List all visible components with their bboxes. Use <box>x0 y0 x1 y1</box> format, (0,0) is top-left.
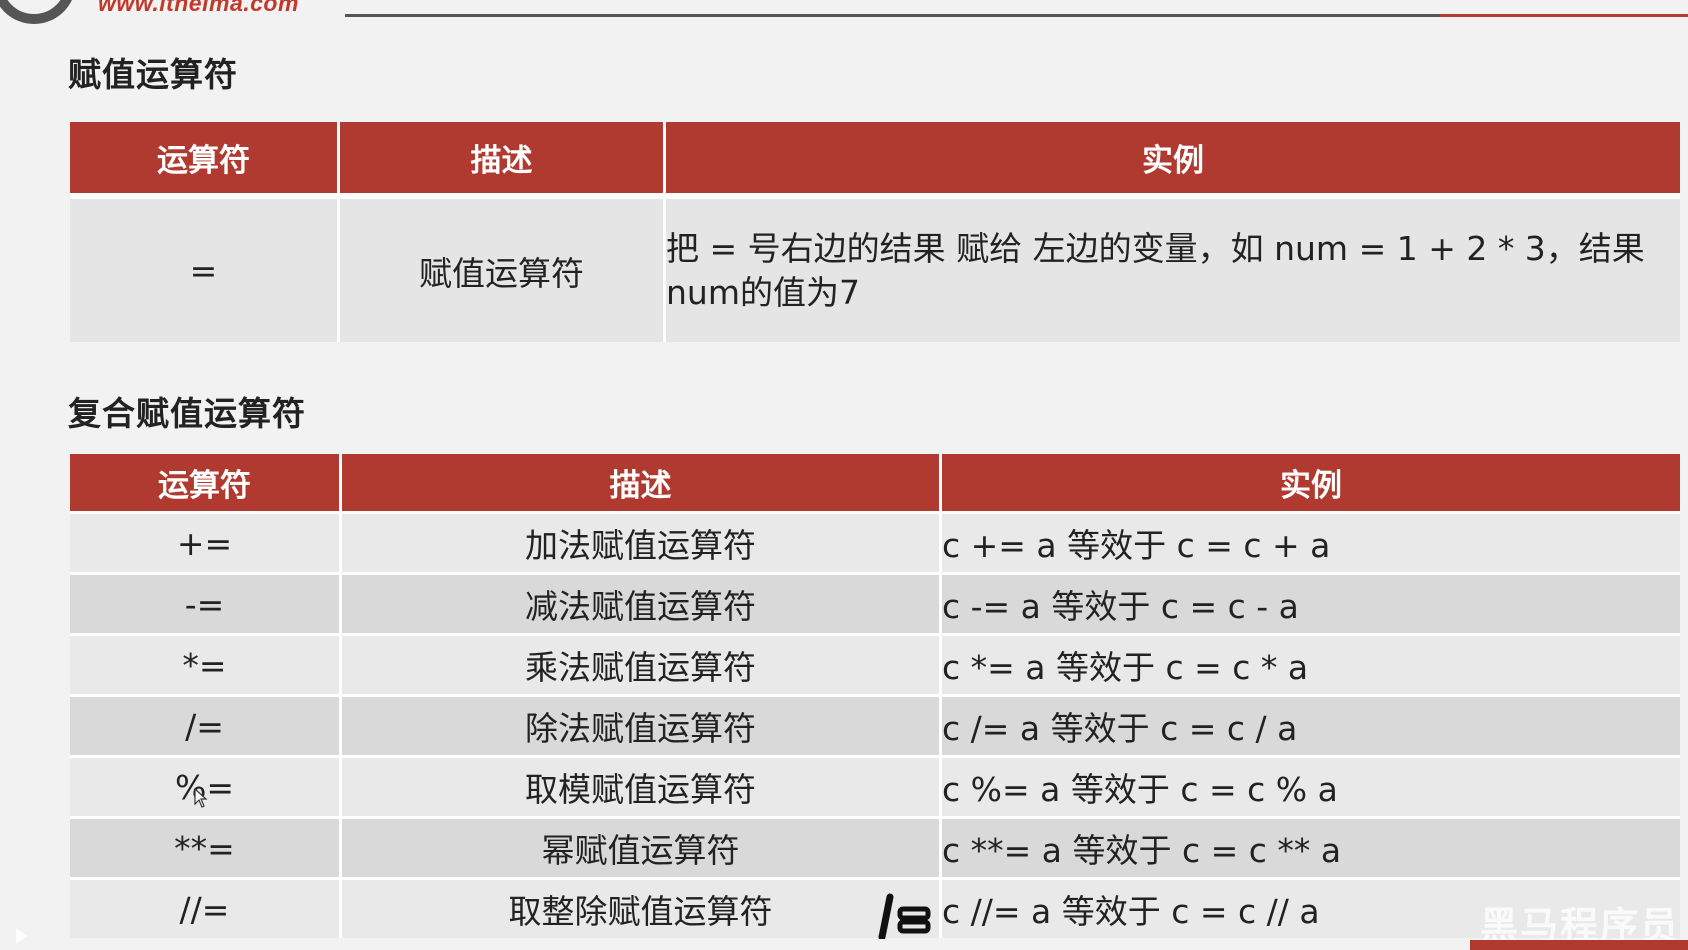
column-header-operator: 运算符 <box>70 454 342 511</box>
description-cell: 取模赋值运算符 <box>342 755 942 816</box>
column-header-example: 实例 <box>942 454 1680 511</box>
section-title-compound: 复合赋值运算符 <box>68 394 306 433</box>
assign-operator-table: 运算符 描述 实例 = 赋值运算符 把 = 号右边的结果 赋给 左边的变量，如 … <box>70 122 1680 342</box>
description-cell: 减法赋值运算符 <box>342 572 942 633</box>
header-divider-accent <box>1440 14 1688 17</box>
section-title-assign: 赋值运算符 <box>68 55 238 94</box>
description-cell: 乘法赋值运算符 <box>342 633 942 694</box>
operator-cell: += <box>70 511 342 572</box>
column-header-operator: 运算符 <box>70 122 340 193</box>
example-cell: 把 = 号右边的结果 赋给 左边的变量，如 num = 1 + 2 * 3，结果… <box>666 193 1680 342</box>
table-row: **= 幂赋值运算符 c **= a 等效于 c = c ** a <box>70 816 1680 877</box>
example-cell: c **= a 等效于 c = c ** a <box>942 816 1680 877</box>
column-header-example: 实例 <box>666 122 1680 193</box>
column-header-description: 描述 <box>342 454 942 511</box>
description-cell: 赋值运算符 <box>340 193 666 342</box>
column-header-description: 描述 <box>340 122 666 193</box>
table-row: *= 乘法赋值运算符 c *= a 等效于 c = c * a <box>70 633 1680 694</box>
table-row: -= 减法赋值运算符 c -= a 等效于 c = c - a <box>70 572 1680 633</box>
operator-cell: //= <box>70 877 342 938</box>
table-header-row: 运算符 描述 实例 <box>70 454 1680 511</box>
operator-cell: /= <box>70 694 342 755</box>
example-cell: c /= a 等效于 c = c / a <box>942 694 1680 755</box>
compound-operator-table: 运算符 描述 实例 += 加法赋值运算符 c += a 等效于 c = c + … <box>70 454 1680 938</box>
example-cell: c *= a 等效于 c = c * a <box>942 633 1680 694</box>
site-url: www.itheima.com <box>98 0 299 16</box>
table-header-row: 运算符 描述 实例 <box>70 122 1680 193</box>
play-icon[interactable] <box>16 928 28 944</box>
table-row: = 赋值运算符 把 = 号右边的结果 赋给 左边的变量，如 num = 1 + … <box>70 193 1680 342</box>
table-row: %= 取模赋值运算符 c %= a 等效于 c = c % a <box>70 755 1680 816</box>
operator-cell: -= <box>70 572 342 633</box>
example-cell: c %= a 等效于 c = c % a <box>942 755 1680 816</box>
description-cell: 幂赋值运算符 <box>342 816 942 877</box>
example-cell: c += a 等效于 c = c + a <box>942 511 1680 572</box>
operator-cell: *= <box>70 633 342 694</box>
description-cell: 除法赋值运算符 <box>342 694 942 755</box>
table-row: /= 除法赋值运算符 c /= a 等效于 c = c / a <box>70 694 1680 755</box>
operator-cell: **= <box>70 816 342 877</box>
logo-ring-icon <box>0 0 76 24</box>
description-cell: 取整除赋值运算符 <box>342 877 942 938</box>
pen-tool-icon[interactable] <box>868 893 932 939</box>
bottom-accent-bar <box>1470 940 1688 950</box>
table-row: += 加法赋值运算符 c += a 等效于 c = c + a <box>70 511 1680 572</box>
operator-cell: = <box>70 193 340 342</box>
description-cell: 加法赋值运算符 <box>342 511 942 572</box>
cursor-icon <box>194 788 208 808</box>
example-cell: c -= a 等效于 c = c - a <box>942 572 1680 633</box>
